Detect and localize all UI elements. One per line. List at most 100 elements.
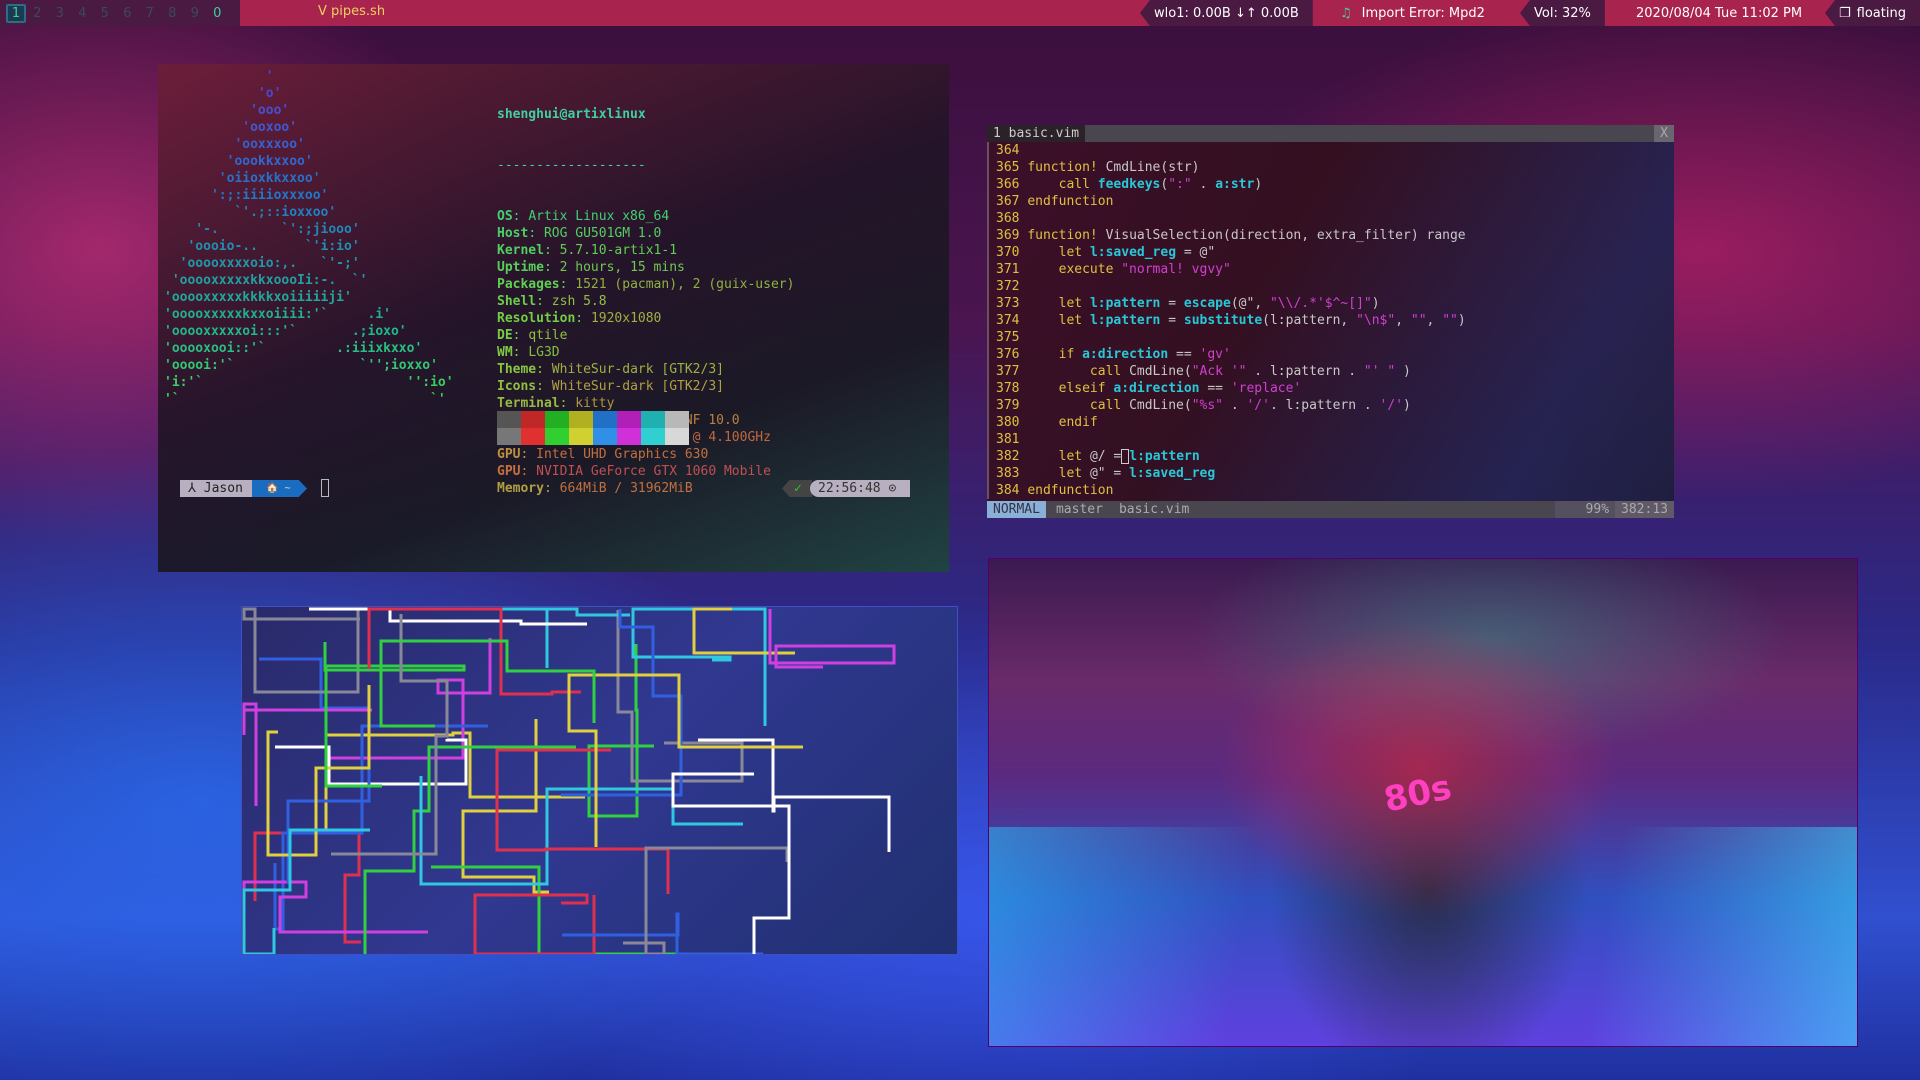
code-token: endfunction <box>1027 194 1114 209</box>
prompt-time: 22:56:48 ⊙ <box>810 480 910 497</box>
code-token: ":" <box>1168 177 1192 192</box>
code-token: CmdLine( <box>1129 398 1192 413</box>
info-value: qtile <box>528 328 568 343</box>
music-status: Import Error: Mpd2 <box>1361 5 1485 21</box>
workspace-0[interactable]: 0 <box>206 6 229 21</box>
line-number: 368 <box>996 211 1020 226</box>
pipe-line <box>273 724 488 931</box>
wallpaper-road <box>989 826 1857 1046</box>
pipe-line <box>567 673 803 847</box>
code-line: 377 call CmdLine("Ack '" . l:pattern . "… <box>996 363 1674 380</box>
code-token: (l:pattern, <box>1262 313 1357 328</box>
layout-widget[interactable]: ❐ floating <box>1825 0 1920 26</box>
palette-swatch <box>545 411 569 428</box>
workspace-9[interactable]: 9 <box>184 6 207 21</box>
palette-swatch <box>497 411 521 428</box>
vim-editor-window[interactable]: 1 basic.vim X 364 365 function! CmdLine(… <box>987 125 1674 518</box>
tab-basic-vim[interactable]: 1 basic.vim <box>987 125 1086 142</box>
code-token: "' " <box>1363 364 1396 379</box>
workspace-1[interactable]: 1 <box>6 3 26 23</box>
info-value: 1521 (pacman), 2 (guix-user) <box>575 277 795 292</box>
info-key: WM <box>497 345 513 360</box>
code-token: = @" <box>1176 245 1216 260</box>
line-number: 365 <box>996 160 1020 175</box>
terminal-window-neofetch[interactable]: ' 'o' 'ooo' 'ooxoo' 'ooxxxoo' 'oookkxxoo… <box>158 64 949 572</box>
git-branch: master <box>1045 501 1113 518</box>
palette-swatch <box>665 411 689 428</box>
workspace-7[interactable]: 7 <box>139 6 162 21</box>
info-value: LG3D <box>528 345 560 360</box>
active-window-title[interactable]: V pipes.sh <box>318 4 385 19</box>
line-number: 370 <box>996 245 1020 260</box>
code-token: ) <box>1395 364 1411 379</box>
logo-line: 'ooo' <box>164 103 290 118</box>
logo-line: '` `' <box>164 392 446 407</box>
pipe-line <box>495 748 670 894</box>
info-row: Icons: WhiteSur-dark [GTK2/3] <box>497 379 724 394</box>
code-line: 375 <box>996 329 1674 346</box>
logo-line: `'.;::ioxxoo' <box>164 205 337 220</box>
logo-line: 'ooooxxxxxkxxoiiii:'` .i' <box>164 307 391 322</box>
code-line: 374 let l:pattern = substitute(l:pattern… <box>996 312 1674 329</box>
code-line: 379 call CmdLine("%s" . '/'. l:pattern .… <box>996 397 1674 414</box>
info-row: Terminal: kitty <box>497 396 615 411</box>
clock-widget: 2020/08/04 Tue 11:02 PM <box>1622 0 1817 26</box>
line-number: 366 <box>996 177 1020 192</box>
palette-swatch <box>497 428 521 445</box>
line-number: 372 <box>996 279 1020 294</box>
shell-prompt[interactable]: ⅄ Jason 🏠 ~ ✓ 22:56:48 ⊙ <box>160 478 947 498</box>
music-widget[interactable]: ♫ Import Error: Mpd2 <box>1326 0 1499 26</box>
close-tab-button[interactable]: X <box>1654 125 1674 142</box>
workspace-6[interactable]: 6 <box>116 6 139 21</box>
workspace-8[interactable]: 8 <box>161 6 184 21</box>
logo-line: 'o' <box>164 86 282 101</box>
info-value: WhiteSur-dark [GTK2/3] <box>551 362 724 377</box>
logo-line: 'ooooxxxxxkkkkxoiiiiiji' <box>164 290 352 305</box>
palette-swatch <box>569 428 593 445</box>
underline: ------------------- <box>497 158 646 173</box>
palette-swatch <box>521 428 545 445</box>
code-token: . l:pattern . <box>1269 398 1380 413</box>
clock: 2020/08/04 Tue 11:02 PM <box>1636 5 1803 21</box>
info-key: Uptime <box>497 260 544 275</box>
info-key: Packages <box>497 277 560 292</box>
terminal-window-pipes[interactable] <box>241 606 958 955</box>
workspace-4[interactable]: 4 <box>71 6 94 21</box>
music-note-icon: ♫ <box>1340 5 1352 21</box>
palette-swatch <box>617 411 641 428</box>
code-token: call <box>1027 177 1098 192</box>
info-row: GPU: Intel UHD Graphics 630 <box>497 447 709 462</box>
info-key: GPU <box>497 447 521 462</box>
code-line: 376 if a:direction == 'gv' <box>996 346 1674 363</box>
system-info: shenghui@artixlinux ------------------- … <box>497 72 794 531</box>
code-token: let <box>1027 245 1090 260</box>
code-token: elseif <box>1027 381 1114 396</box>
code-token: l:pattern <box>1129 449 1200 464</box>
code-token: let <box>1027 313 1090 328</box>
code-line: 382 let @/ = l:pattern <box>996 448 1674 465</box>
code-buffer[interactable]: 364 365 function! CmdLine(str) 366 call f… <box>987 142 1674 499</box>
user-host: shenghui@artixlinux <box>497 107 646 122</box>
volume-level: Vol: 32% <box>1534 5 1591 21</box>
code-token: . <box>1223 398 1247 413</box>
color-palette <box>497 411 689 445</box>
pipe-line <box>492 607 630 668</box>
logo-line: 'ooooxxxxxkkxoooIi:-. `' <box>164 273 368 288</box>
workspace-2[interactable]: 2 <box>26 6 49 21</box>
code-token: ) <box>1371 296 1380 311</box>
image-viewer-window[interactable]: 80s <box>988 558 1858 1047</box>
volume-widget[interactable]: Vol: 32% <box>1520 0 1605 26</box>
workspace-3[interactable]: 3 <box>49 6 72 21</box>
artix-ascii-logo: ' 'o' 'ooo' 'ooxoo' 'ooxxxoo' 'oookkxxoo… <box>164 68 454 408</box>
workspace-5[interactable]: 5 <box>94 6 117 21</box>
logo-line: 'oooio-.. `'i:io' <box>164 239 360 254</box>
code-token: endif <box>1027 415 1098 430</box>
check-icon: ✓ <box>794 481 802 496</box>
top-bar: 1234567890 V pipes.sh wlo1: 0.00B ↓↑ 0.0… <box>0 0 1920 26</box>
workspace-list: 1234567890 <box>0 0 245 26</box>
prompt-user: ⅄ Jason <box>180 480 260 497</box>
code-token: 'replace' <box>1230 381 1302 396</box>
line-number: 384 <box>996 483 1020 498</box>
code-token: , <box>1426 313 1443 328</box>
code-line: 364 <box>996 142 1674 159</box>
